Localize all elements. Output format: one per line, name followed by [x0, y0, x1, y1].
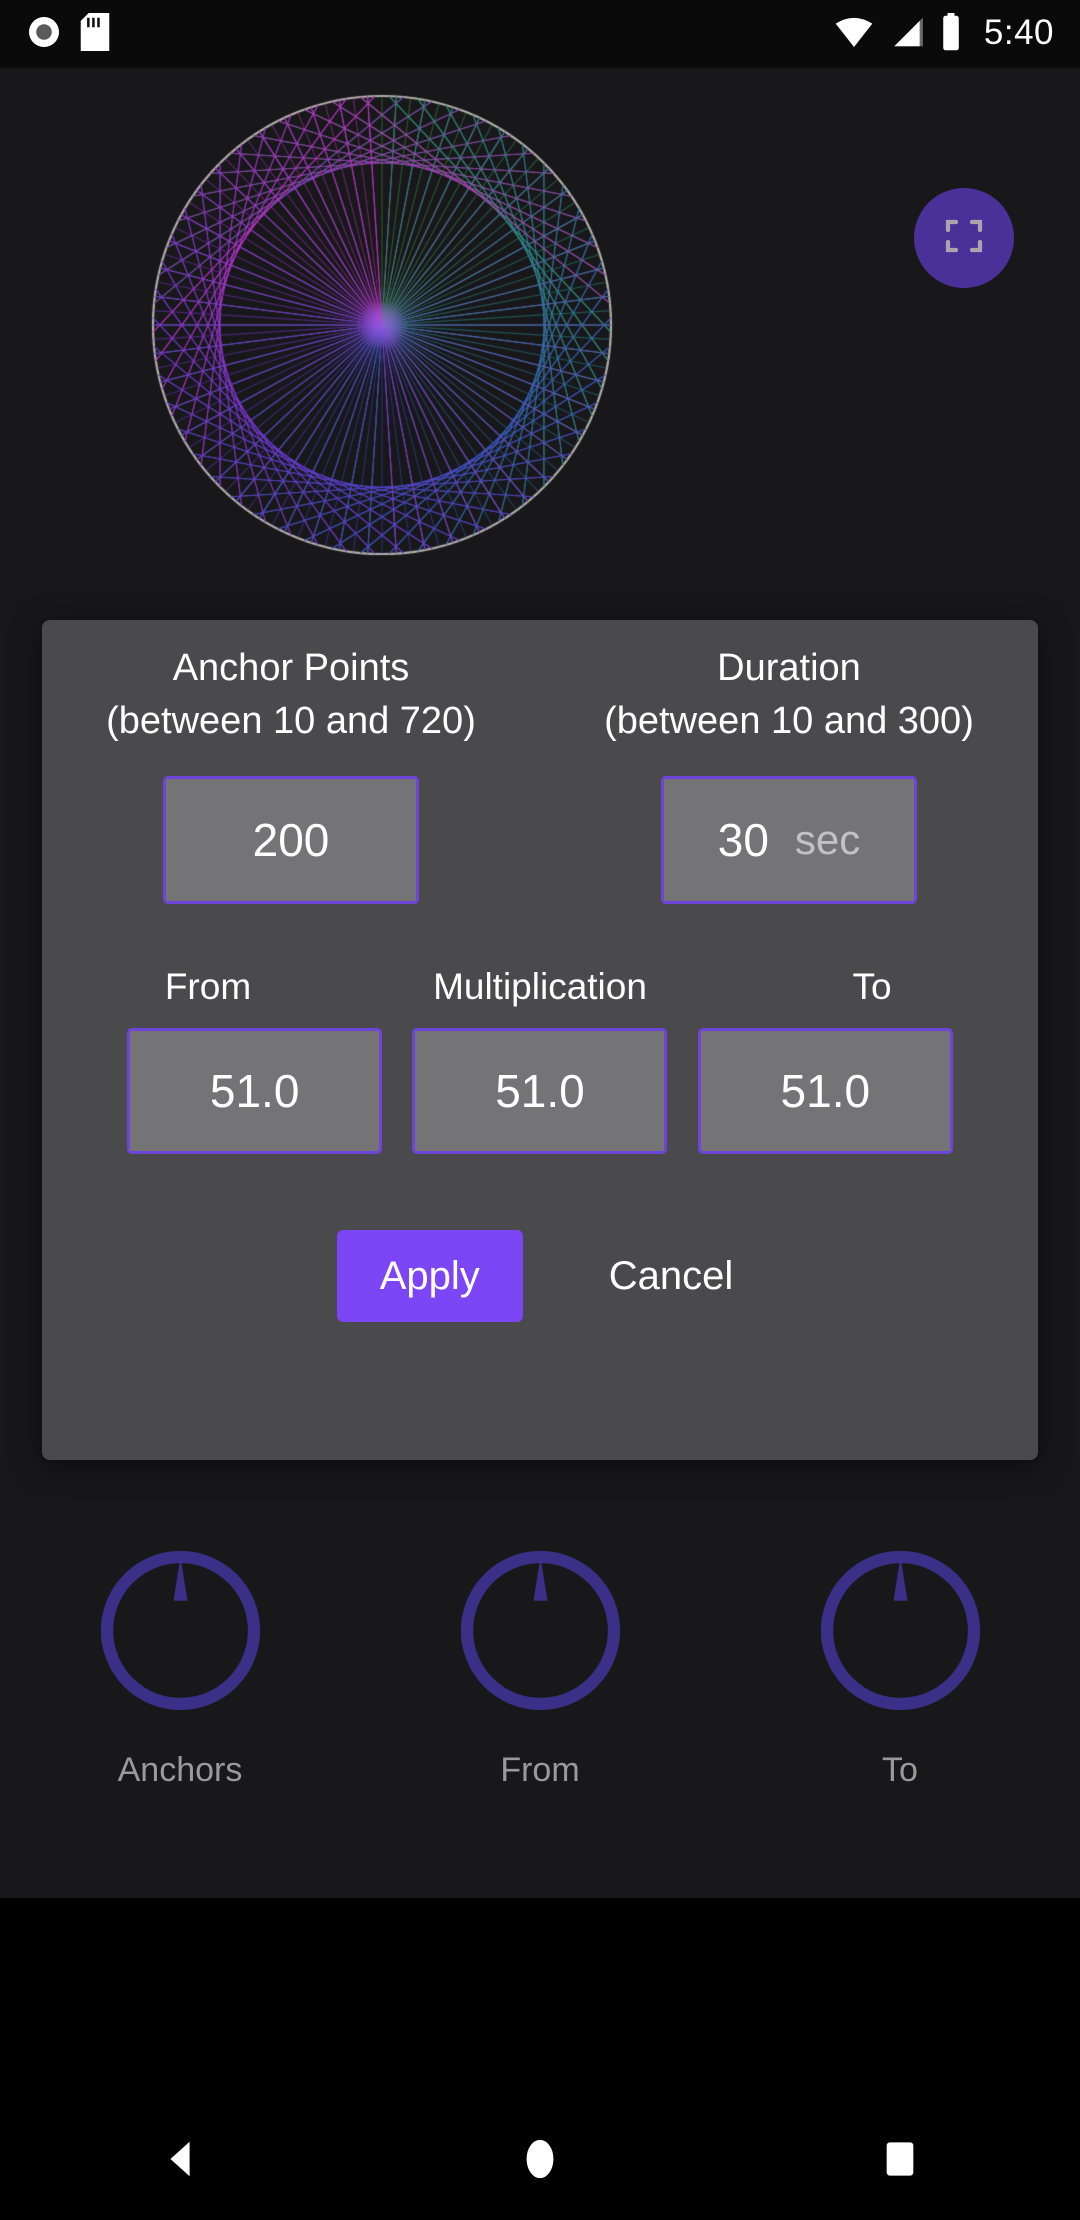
from-label: From	[164, 966, 252, 1007]
knob-dial-icon[interactable]	[453, 1543, 628, 1723]
signal-icon	[888, 15, 926, 54]
cancel-button[interactable]: Cancel	[599, 1254, 744, 1299]
back-icon	[157, 2136, 203, 2187]
knob-label: Anchors	[117, 1751, 243, 1789]
duration-value: 30	[717, 814, 769, 866]
anchor-points-input[interactable]: 200	[163, 776, 419, 904]
status-bar-left-icons	[26, 12, 110, 56]
knob-anchors[interactable]: Anchors	[0, 1543, 360, 1803]
nav-recents-button[interactable]	[720, 2139, 1080, 2184]
home-icon	[517, 2136, 563, 2187]
wifi-icon	[834, 15, 874, 54]
from-value: 51.0	[209, 1065, 300, 1117]
duration-unit: sec	[794, 816, 861, 863]
status-bar-right-icons: 5:40	[834, 12, 1054, 56]
knob-label: From	[500, 1751, 580, 1789]
status-bar-clock: 5:40	[983, 13, 1054, 52]
to-value: 51.0	[780, 1065, 871, 1117]
multiplication-label: Multiplication	[433, 966, 647, 1007]
dialog-second-labels: From Multiplication To	[42, 966, 1038, 1008]
anchor-points-value: 200	[252, 814, 330, 866]
knob-dial-icon[interactable]	[813, 1543, 988, 1723]
android-navigation-bar	[0, 2102, 1080, 2220]
dialog-top-labels: Anchor Points (between 10 and 720) Durat…	[42, 642, 1038, 748]
battery-icon	[940, 12, 962, 56]
duration-input[interactable]: 30 sec	[661, 776, 917, 904]
dialog-top-inputs: 200 30 sec	[42, 776, 1038, 904]
multiplication-input[interactable]: 51.0	[412, 1028, 668, 1154]
apply-button[interactable]: Apply	[336, 1230, 523, 1322]
status-bar: 5:40	[0, 0, 1080, 68]
fullscreen-icon	[940, 212, 988, 265]
knob-to[interactable]: To	[720, 1543, 1080, 1803]
duration-range: (between 10 and 300)	[604, 700, 974, 742]
anchor-points-range: (between 10 and 720)	[106, 700, 476, 742]
to-label: To	[852, 966, 892, 1007]
knob-row: Anchors From To	[0, 1543, 1080, 1803]
fullscreen-fab-button[interactable]	[914, 188, 1014, 288]
record-icon	[26, 14, 62, 55]
multiplication-value: 51.0	[495, 1065, 585, 1117]
recents-icon	[880, 2139, 920, 2184]
knob-from[interactable]: From	[360, 1543, 720, 1803]
nav-home-button[interactable]	[360, 2136, 720, 2187]
knob-label: To	[882, 1751, 918, 1789]
dialog-button-row: Apply Cancel	[42, 1230, 1038, 1322]
dialog-second-inputs: 51.0 51.0 51.0	[42, 1028, 1038, 1154]
nav-back-button[interactable]	[0, 2136, 360, 2187]
settings-dialog: Anchor Points (between 10 and 720) Durat…	[42, 620, 1038, 1460]
anchor-points-label-group: Anchor Points (between 10 and 720)	[42, 642, 540, 748]
sd-card-icon	[80, 12, 110, 56]
duration-label-group: Duration (between 10 and 300)	[540, 642, 1038, 748]
from-input[interactable]: 51.0	[127, 1028, 383, 1154]
duration-title: Duration	[717, 647, 861, 689]
knob-dial-icon[interactable]	[93, 1543, 268, 1723]
anchor-points-title: Anchor Points	[172, 647, 410, 689]
to-input[interactable]: 51.0	[697, 1028, 953, 1154]
